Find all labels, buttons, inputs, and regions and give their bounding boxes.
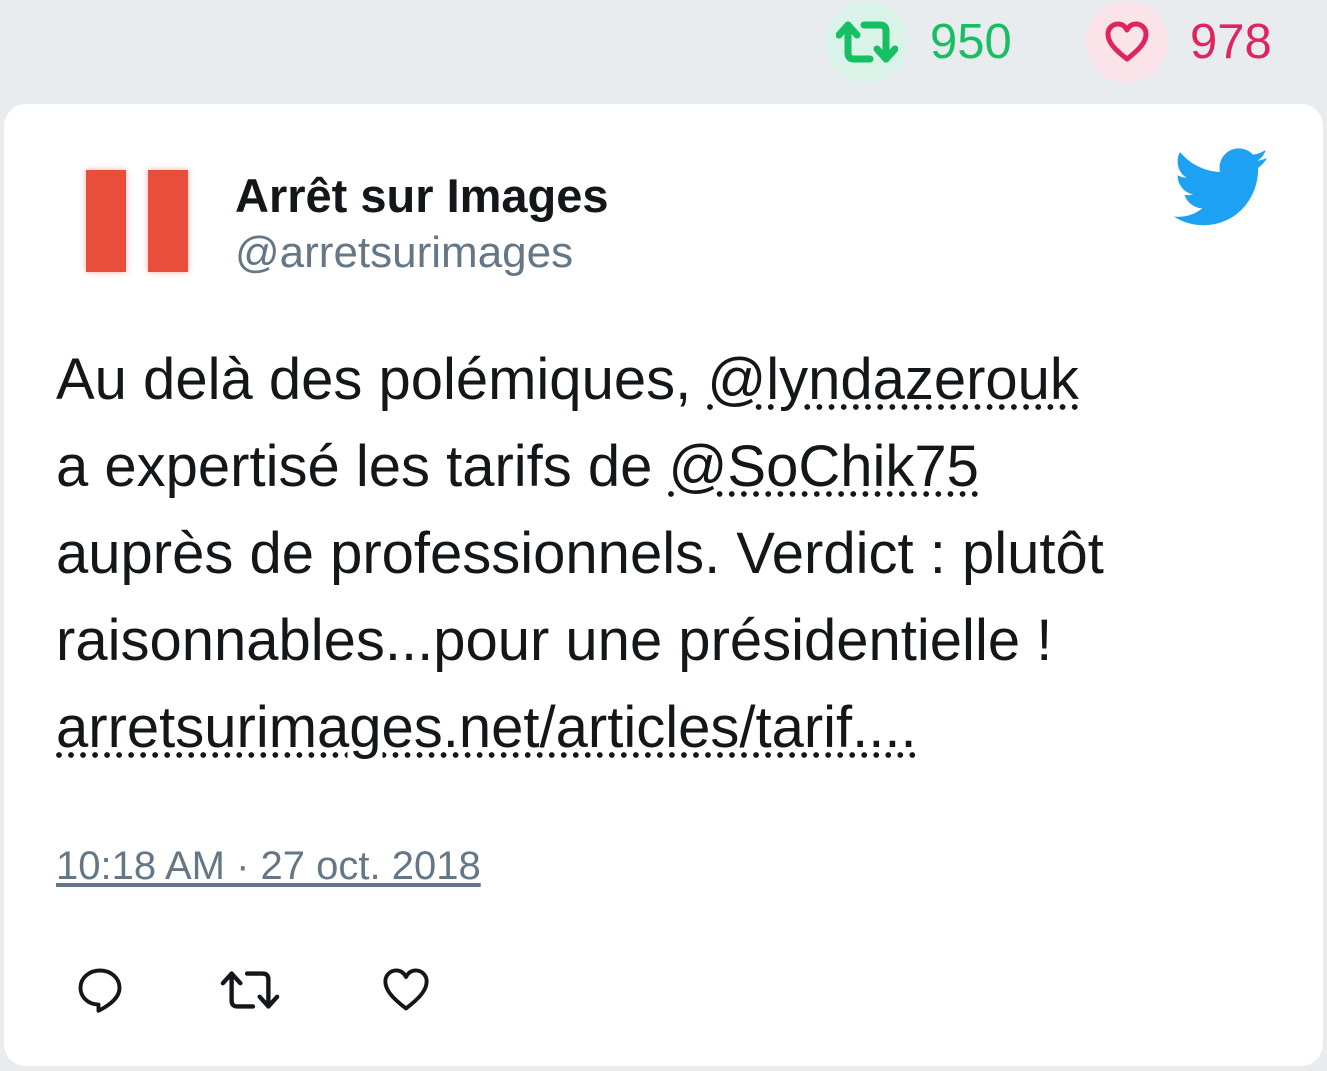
retweet-icon[interactable] xyxy=(826,1,908,83)
like-button[interactable] xyxy=(376,960,436,1020)
pause-logo-bar-left xyxy=(86,170,126,272)
tweet-timestamp[interactable]: 10:18 AM · 27 oct. 2018 xyxy=(56,844,481,889)
tweet-line-5: arretsurimages.net/articles/tarif.... xyxy=(56,684,1286,771)
mention-link[interactable]: @SoChik75 xyxy=(669,434,979,499)
like-stat[interactable]: 978 xyxy=(1086,0,1272,84)
author-handle[interactable]: @arretsurimages xyxy=(235,228,573,278)
retweet-button[interactable] xyxy=(220,960,280,1020)
twitter-bird-icon[interactable] xyxy=(1173,148,1270,228)
like-count: 978 xyxy=(1190,14,1272,69)
tweet-text-part: a expertisé les tarifs de xyxy=(56,434,669,499)
reply-button[interactable] xyxy=(70,960,130,1020)
tweet-card: Arrêt sur Images @arretsurimages Au delà… xyxy=(4,104,1323,1066)
tweet-stats-bar: 950 978 xyxy=(0,0,1327,84)
tweet-line-1: Au delà des polémiques, @lyndazerouk xyxy=(56,336,1286,423)
reply-icon xyxy=(78,968,122,1013)
tweet-line-2: a expertisé les tarifs de @SoChik75 xyxy=(56,423,1286,510)
mention-link[interactable]: @lyndazerouk xyxy=(707,347,1079,412)
tweet-text-part: Au delà des polémiques, xyxy=(56,347,708,412)
tweet-line-3: auprès de professionnels. Verdict : plut… xyxy=(56,521,1104,586)
retweet-stat[interactable]: 950 xyxy=(826,0,1012,84)
tweet-text: Au delà des polémiques, @lyndazerouk a e… xyxy=(56,336,1286,771)
retweet-count: 950 xyxy=(930,14,1012,69)
tweet-line-4: raisonnables...pour une présidentielle ! xyxy=(56,608,1053,673)
heart-icon xyxy=(383,968,429,1011)
retweet-icon xyxy=(220,971,280,1009)
heart-icon[interactable] xyxy=(1086,1,1168,83)
author-name[interactable]: Arrêt sur Images xyxy=(235,168,609,223)
article-link[interactable]: arretsurimages.net/articles/tarif.... xyxy=(56,695,917,760)
avatar[interactable] xyxy=(76,160,206,290)
pause-logo-bar-right xyxy=(148,170,188,272)
